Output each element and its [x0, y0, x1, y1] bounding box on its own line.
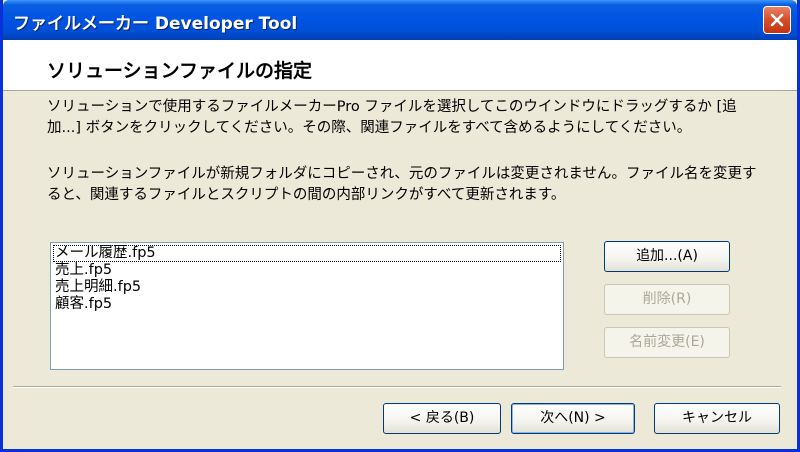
list-item[interactable]: 売上.fp5: [53, 262, 561, 279]
next-button[interactable]: 次へ(N) >: [511, 403, 635, 434]
title-bar[interactable]: ファイルメーカー Developer Tool: [3, 0, 797, 40]
close-button[interactable]: [763, 6, 791, 34]
wizard-header: ソリューションファイルの指定: [3, 40, 797, 91]
dialog-window: ファイルメーカー Developer Tool ソリューションファイルの指定 ソ…: [0, 0, 800, 452]
window-title: ファイルメーカー Developer Tool: [13, 14, 298, 34]
footer-divider: [13, 386, 781, 388]
back-button[interactable]: < 戻る(B): [383, 403, 501, 434]
rename-button[interactable]: 名前変更(E): [604, 327, 730, 358]
cancel-button[interactable]: キャンセル: [654, 403, 780, 434]
instruction-text: ソリューションで使用するファイルメーカーPro ファイルを選択してこのウインドウ…: [47, 99, 737, 136]
delete-button[interactable]: 削除(R): [604, 284, 730, 315]
list-item[interactable]: 顧客.fp5: [53, 296, 561, 313]
list-item[interactable]: 売上明細.fp5: [53, 279, 561, 296]
solution-file-list[interactable]: メール履歴.fp5 売上.fp5 売上明細.fp5 顧客.fp5: [50, 242, 564, 370]
info-text: ソリューションファイルが新規フォルダにコピーされ、元のファイルは変更されません。…: [47, 166, 757, 203]
close-icon: [770, 13, 784, 27]
page-title: ソリューションファイルの指定: [47, 60, 313, 82]
list-item[interactable]: メール履歴.fp5: [53, 245, 561, 262]
add-button[interactable]: 追加...(A): [604, 241, 730, 272]
